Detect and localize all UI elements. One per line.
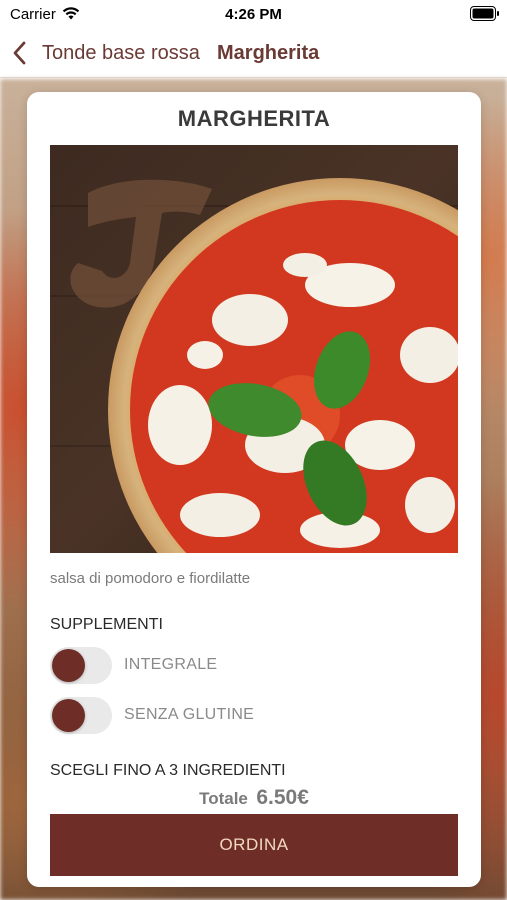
status-time: 4:26 PM [225,6,282,23]
supplement-label: SENZA GLUTINE [124,706,255,723]
chevron-left-icon[interactable] [12,40,28,66]
product-description: salsa di pomodoro e fiordilatte [50,570,251,587]
navigation-bar: Tonde base rossa Margherita [0,30,507,78]
product-card: MARGHERITA salsa di pomodoro e fiordilat… [27,92,481,887]
toggle-knob [52,699,85,732]
product-name: MARGHERITA [177,106,331,131]
supplements-header: SUPPLEMENTI [50,616,163,633]
senza-glutine-toggle[interactable] [50,697,112,734]
order-button[interactable]: ORDINA [50,814,458,876]
supplement-row-senza-glutine: SENZA GLUTINE [50,697,450,737]
integrale-toggle[interactable] [50,647,112,684]
total-row: Totale 6.50€ [27,786,481,810]
ingredients-header: SCEGLI FINO A 3 INGREDIENTI [50,762,286,779]
total-label: Totale [199,789,248,808]
battery-icon [470,6,499,21]
supplement-label: INTEGRALE [124,656,218,673]
toggle-knob [52,649,85,682]
supplement-row-integrale: INTEGRALE [50,647,450,687]
pizza-image [50,145,458,553]
back-button[interactable]: Tonde base rossa [42,42,200,65]
status-bar: Carrier 4:26 PM [0,0,507,30]
total-value: 6.50€ [256,786,309,809]
page-title: Margherita [217,42,320,64]
